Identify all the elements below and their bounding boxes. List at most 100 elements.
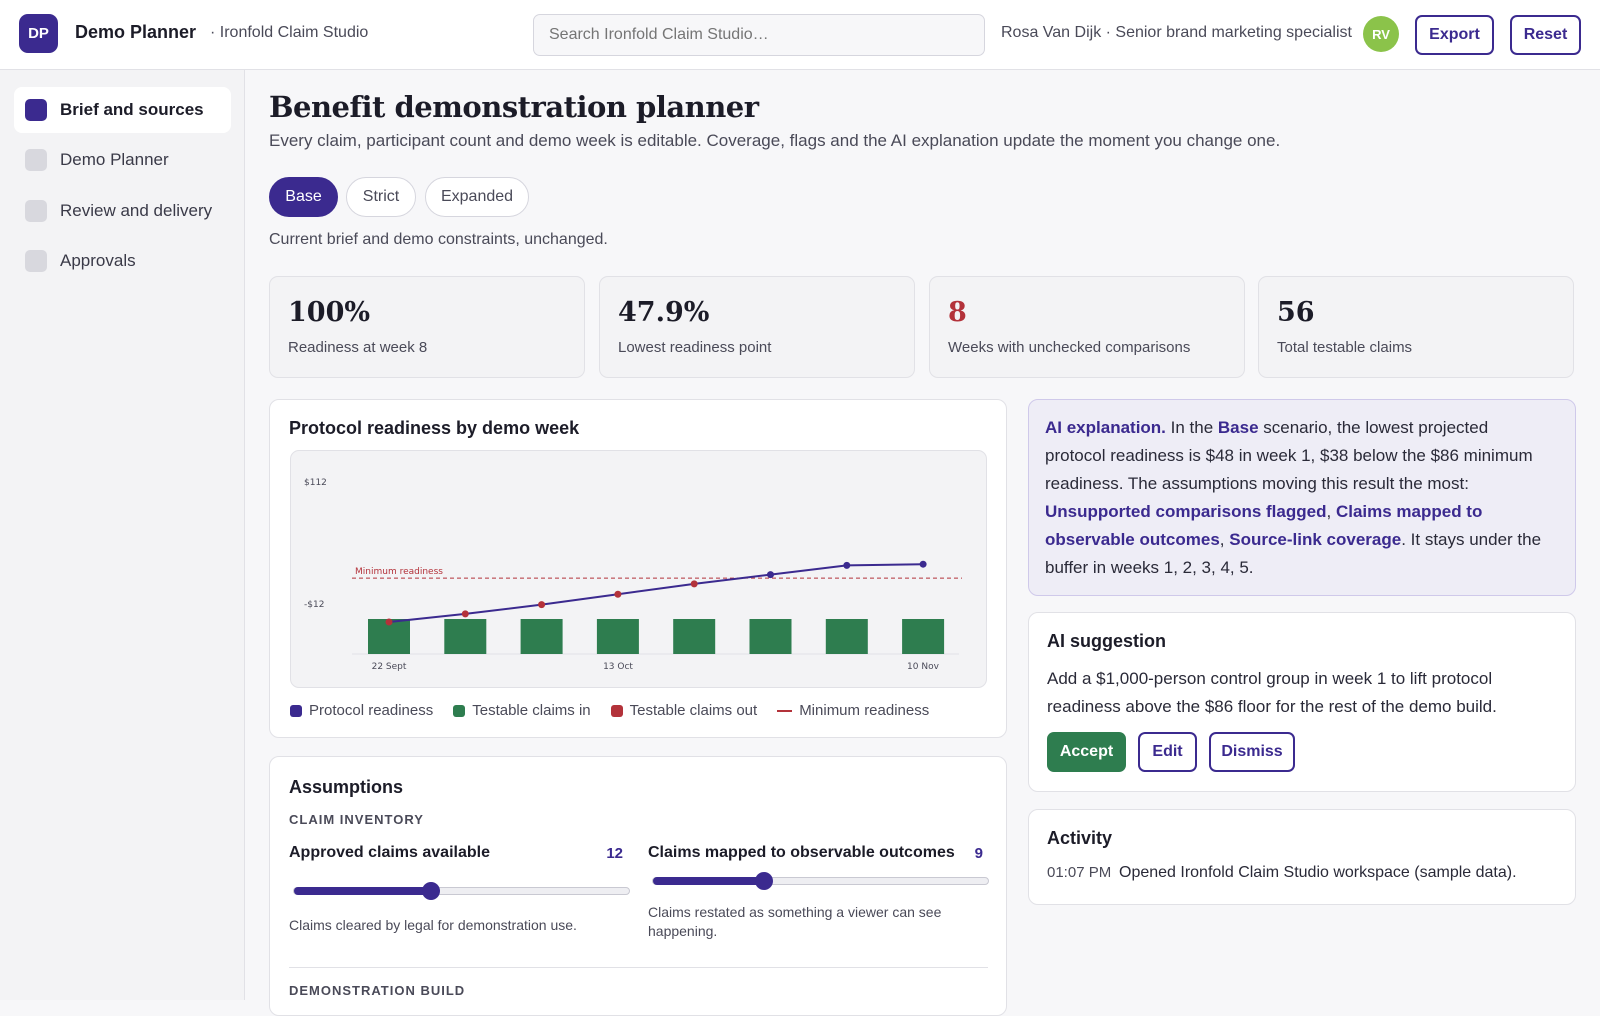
slider-value: 12 bbox=[606, 845, 623, 862]
readiness-series-line bbox=[388, 563, 924, 623]
kpi-card: 100% Readiness at week 8 bbox=[269, 276, 585, 378]
main-content: Benefit demonstration planner Every clai… bbox=[245, 70, 1600, 1016]
mapped-claims-slider[interactable] bbox=[652, 872, 989, 890]
x-tick-label: 10 Nov bbox=[907, 662, 940, 672]
slider-thumb[interactable] bbox=[754, 872, 773, 890]
legend-label: Testable claims out bbox=[629, 702, 758, 719]
nav-square-icon bbox=[25, 99, 47, 121]
activity-card: Activity 01:07 PM Opened Ironfold Claim … bbox=[1028, 809, 1576, 905]
x-tick-label: 22 Sept bbox=[372, 662, 407, 672]
assumptions-card: Assumptions CLAIM INVENTORY Approved cla… bbox=[269, 756, 1007, 1016]
sidebar-item-label: Demo Planner bbox=[60, 150, 169, 169]
sidebar-item-label: Brief and sources bbox=[60, 100, 204, 119]
divider bbox=[289, 967, 988, 968]
ai-text-part: , bbox=[1326, 502, 1336, 521]
page-title: Benefit demonstration planner bbox=[269, 90, 759, 124]
legend-label: Protocol readiness bbox=[309, 702, 434, 719]
legend-swatch-icon bbox=[453, 704, 466, 717]
readiness-point[interactable] bbox=[538, 601, 546, 609]
ai-explanation-card: AI explanation. In the Base scenario, th… bbox=[1028, 399, 1576, 596]
ai-suggestion-card: AI suggestion Add a $1,000-person contro… bbox=[1028, 612, 1576, 792]
kpi-label: Weeks with unchecked comparisons bbox=[948, 339, 1191, 356]
section-claim-inventory: CLAIM INVENTORY bbox=[289, 812, 424, 827]
slider-help: Claims cleared by legal for demonstratio… bbox=[289, 917, 577, 933]
nav-square-icon bbox=[25, 250, 47, 272]
testable-claims-bar bbox=[596, 619, 639, 654]
legend-swatch-icon bbox=[610, 704, 623, 717]
kpi-value: 8 bbox=[948, 297, 967, 328]
kpi-value: 47.9% bbox=[618, 297, 710, 328]
page-subtitle: Every claim, participant count and demo … bbox=[269, 131, 1281, 150]
accept-button[interactable]: Accept bbox=[1047, 732, 1126, 772]
sidebar-item-label: Approvals bbox=[60, 251, 136, 270]
chart-title: Protocol readiness by demo week bbox=[289, 418, 580, 438]
slider-fill bbox=[653, 877, 764, 885]
testable-claims-bar bbox=[520, 619, 563, 654]
app-logo[interactable]: DP bbox=[19, 14, 58, 53]
slider-help: Claims restated as something a viewer ca… bbox=[648, 904, 942, 939]
scenario-description: Current brief and demo constraints, unch… bbox=[269, 231, 608, 248]
legend-item: Testable claims out bbox=[610, 702, 758, 719]
sidebar-item-label: Review and delivery bbox=[60, 201, 213, 220]
readiness-point[interactable] bbox=[843, 561, 851, 569]
sidebar-item-approvals[interactable]: Approvals bbox=[14, 238, 231, 284]
legend-item: Protocol readiness bbox=[290, 702, 433, 719]
testable-claims-bar bbox=[902, 619, 945, 654]
approved-claims-slider[interactable] bbox=[293, 882, 630, 900]
ai-explanation-text: AI explanation. In the Base scenario, th… bbox=[1045, 414, 1545, 582]
ai-text-part: In the bbox=[1165, 418, 1218, 437]
testable-claims-bar bbox=[825, 619, 868, 654]
user-info: Rosa Van Dijk · Senior brand marketing s… bbox=[1001, 24, 1352, 41]
scenario-tab-strict[interactable]: Strict bbox=[346, 177, 416, 217]
minimum-readiness-label: Minimum readiness bbox=[355, 567, 443, 577]
bars-group bbox=[368, 619, 945, 654]
readiness-point[interactable] bbox=[767, 571, 774, 579]
legend-item: Testable claims in bbox=[453, 702, 591, 719]
section-demonstration-build: DEMONSTRATION BUILD bbox=[289, 983, 466, 998]
chart-legend: Protocol readiness Testable claims in Te… bbox=[290, 702, 949, 719]
y-tick-label: -$12 bbox=[304, 600, 324, 610]
sidebar: Brief and sources Demo Planner Review an… bbox=[0, 70, 245, 1000]
testable-claims-bar bbox=[673, 619, 716, 654]
readiness-point[interactable] bbox=[385, 618, 393, 626]
edit-button[interactable]: Edit bbox=[1138, 732, 1197, 772]
app-name: Demo Planner bbox=[75, 22, 197, 42]
readiness-point[interactable] bbox=[690, 580, 698, 588]
search-input[interactable] bbox=[533, 14, 985, 56]
dismiss-button[interactable]: Dismiss bbox=[1209, 732, 1295, 772]
readiness-chart: $112 -$12 22 Sept 13 Oct 10 Nov Minimum … bbox=[304, 478, 962, 672]
legend-line-icon bbox=[777, 709, 793, 712]
reset-button[interactable]: Reset bbox=[1510, 15, 1581, 55]
sidebar-item-brief-and-sources[interactable]: Brief and sources bbox=[14, 87, 231, 133]
scenario-tab-base[interactable]: Base bbox=[269, 177, 338, 217]
points-group bbox=[385, 560, 927, 626]
sidebar-item-demo-planner[interactable]: Demo Planner bbox=[14, 137, 231, 183]
factor-link[interactable]: Source-link coverage bbox=[1229, 530, 1401, 549]
export-button[interactable]: Export bbox=[1415, 15, 1494, 55]
avatar[interactable]: RV bbox=[1363, 16, 1399, 52]
scenario-tab-expanded[interactable]: Expanded bbox=[425, 177, 529, 217]
readiness-point[interactable] bbox=[461, 610, 469, 618]
ai-suggestion-title: AI suggestion bbox=[1047, 631, 1167, 651]
kpi-value: 100% bbox=[288, 297, 371, 328]
testable-claims-bar bbox=[444, 619, 487, 654]
activity-time: 01:07 PM bbox=[1047, 864, 1112, 881]
assumptions-title: Assumptions bbox=[289, 777, 404, 797]
ai-text-part: , bbox=[1219, 530, 1230, 549]
legend-label: Minimum readiness bbox=[799, 702, 930, 719]
readiness-point[interactable] bbox=[919, 560, 927, 568]
workspace-name: · Ironfold Claim Studio bbox=[210, 24, 369, 41]
sidebar-item-review-and-delivery[interactable]: Review and delivery bbox=[14, 188, 231, 234]
chart-card: Protocol readiness by demo week $112 -$1… bbox=[269, 399, 1007, 738]
nav-square-icon bbox=[25, 149, 47, 171]
readiness-point[interactable] bbox=[614, 590, 622, 598]
kpi-label: Lowest readiness point bbox=[618, 339, 772, 356]
slider-thumb[interactable] bbox=[422, 882, 441, 900]
legend-item: Minimum readiness bbox=[777, 702, 929, 719]
kpi-value: 56 bbox=[1277, 297, 1315, 328]
ai-suggestion-text: Add a $1,000-person control group in wee… bbox=[1047, 669, 1497, 716]
chart-area: $112 -$12 22 Sept 13 Oct 10 Nov Minimum … bbox=[290, 450, 987, 688]
slider-value: 9 bbox=[974, 845, 983, 862]
factor-link[interactable]: Unsupported comparisons flagged bbox=[1045, 502, 1326, 521]
activity-title: Activity bbox=[1047, 828, 1113, 848]
